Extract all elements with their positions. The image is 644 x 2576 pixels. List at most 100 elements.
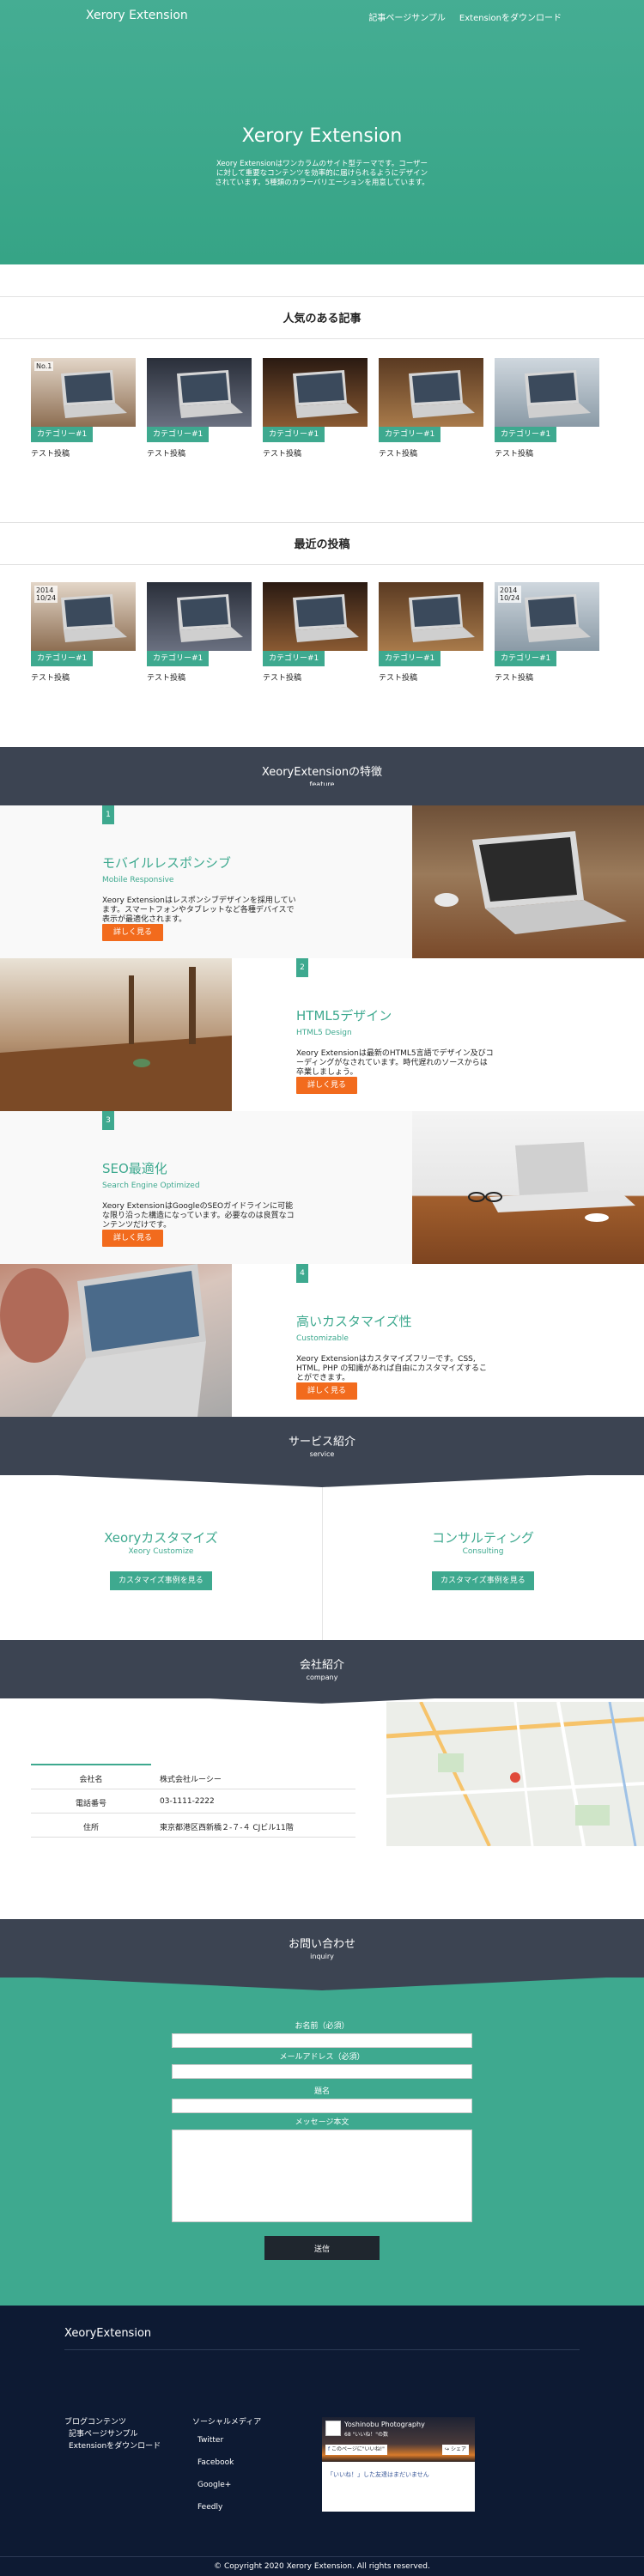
- footer-divider: [64, 2349, 580, 2350]
- company-map[interactable]: [386, 1702, 644, 1846]
- feature-3-panel: [0, 1111, 412, 1264]
- feature-2-title: HTML5デザイン: [296, 1008, 392, 1024]
- nav-article-sample[interactable]: 記事ページサンプル: [368, 10, 446, 23]
- feature-3-title: SEO最適化: [102, 1161, 167, 1176]
- article-title[interactable]: テスト投稿: [263, 447, 301, 459]
- feature-4-body: Xeory Extensionはカスタマイズフリーです。CSS, HTML, P…: [296, 1355, 487, 1382]
- fb-post-text: 「いいね！」した友達はまだいません: [327, 2471, 429, 2478]
- footer-link-twitter[interactable]: Twitter: [197, 2436, 223, 2445]
- category-badge[interactable]: カテゴリー#1: [495, 651, 557, 666]
- subject-label: 題名: [313, 2087, 330, 2096]
- article-thumbnail[interactable]: [495, 358, 599, 427]
- thumbnail-corner-label: No.1: [34, 361, 54, 371]
- article-thumbnail[interactable]: [147, 582, 252, 651]
- article-thumbnail[interactable]: [147, 358, 252, 427]
- service-1-title: Xeoryカスタマイズ: [104, 1530, 218, 1546]
- category-badge[interactable]: カテゴリー#1: [379, 427, 441, 442]
- footer-link-facebook[interactable]: Facebook: [197, 2458, 234, 2467]
- article-title[interactable]: テスト投稿: [379, 447, 417, 459]
- service-title: サービス紹介: [288, 1436, 355, 1449]
- fb-like-button[interactable]: f このページに"いいね!": [325, 2445, 387, 2455]
- laptop-photo-image: [409, 594, 475, 642]
- service-1-button[interactable]: カスタマイズ事例を見る: [110, 1571, 212, 1590]
- article-title[interactable]: テスト投稿: [31, 447, 70, 459]
- laptop-photo-image: [177, 594, 243, 642]
- service-2-button[interactable]: カスタマイズ事例を見る: [432, 1571, 534, 1590]
- site-brand[interactable]: Xerory Extension: [86, 9, 188, 22]
- category-badge[interactable]: カテゴリー#1: [147, 427, 210, 442]
- footer-link-article[interactable]: 記事ページサンプル: [69, 2427, 138, 2439]
- feature-3-subtitle: Search Engine Optimized: [102, 1182, 200, 1190]
- top-nav: 記事ページサンプル Extensionをダウンロード: [368, 10, 562, 23]
- feature-3-number: 3: [102, 1111, 114, 1130]
- feature-2-more-button[interactable]: 詳しく見る: [296, 1077, 358, 1094]
- article-title[interactable]: テスト投稿: [147, 671, 185, 683]
- article-title[interactable]: テスト投稿: [379, 671, 417, 683]
- company-subtitle: company: [306, 1674, 338, 1681]
- feature-4-more-button[interactable]: 詳しく見る: [296, 1382, 358, 1400]
- submit-button[interactable]: 送信: [264, 2236, 380, 2260]
- company-chevron: [0, 1685, 644, 1704]
- feature-3-body: Xeory ExtensionはGoogleのSEOガイドラインに可能な限り沿っ…: [102, 1202, 295, 1230]
- article-thumbnail[interactable]: [379, 358, 483, 427]
- feature-3-more-button[interactable]: 詳しく見る: [102, 1230, 164, 1247]
- fb-share-button[interactable]: ↪ シェア: [442, 2445, 469, 2455]
- footer-brand[interactable]: XeoryExtension: [64, 2327, 151, 2340]
- thumbnail-corner-label: 2014 10/24: [498, 586, 522, 603]
- nav-download[interactable]: Extensionをダウンロード: [459, 10, 562, 23]
- subject-field[interactable]: [172, 2099, 472, 2113]
- name-label: お名前（必須）: [295, 2022, 349, 2031]
- inquiry-subtitle: inquiry: [310, 1953, 334, 1960]
- category-badge[interactable]: カテゴリー#1: [31, 651, 94, 666]
- footer-link-feedly[interactable]: Feedly: [197, 2503, 222, 2512]
- feature-2-subtitle: HTML5 Design: [296, 1029, 352, 1037]
- feature-4-title: 高いカスタマイズ性: [296, 1314, 412, 1329]
- message-field[interactable]: [172, 2129, 472, 2222]
- article-title[interactable]: テスト投稿: [495, 671, 533, 683]
- name-field[interactable]: [172, 2033, 472, 2048]
- laptop-photo-image: [293, 594, 359, 642]
- feature-1-more-button[interactable]: 詳しく見る: [102, 924, 164, 941]
- recent-title: 最近の投稿: [294, 538, 350, 551]
- footer-bottom-divider: [0, 2556, 644, 2557]
- article-title[interactable]: テスト投稿: [147, 447, 185, 459]
- footer-link-download[interactable]: Extensionをダウンロード: [69, 2439, 161, 2451]
- hero-lead: Xeory Extensionはワンカラムのサイト型テーマです。コーザーに対して…: [215, 160, 429, 187]
- laptop-glasses-image: [468, 1142, 635, 1222]
- footer-col1-title: ブログコンテンツ: [64, 2418, 127, 2427]
- category-badge[interactable]: カテゴリー#1: [495, 427, 557, 442]
- category-badge[interactable]: カテゴリー#1: [379, 651, 441, 666]
- category-badge[interactable]: カテゴリー#1: [263, 651, 325, 666]
- fb-avatar: [325, 2421, 341, 2436]
- fb-page-name[interactable]: Yoshinobu Photography: [344, 2421, 425, 2428]
- service-header: サービス紹介 service: [0, 1417, 644, 1475]
- service-subtitle: service: [309, 1450, 335, 1458]
- article-thumbnail[interactable]: [263, 582, 368, 651]
- article-thumbnail[interactable]: No.1: [31, 358, 136, 427]
- inquiry-header: お問い合わせ inquiry: [0, 1919, 644, 1978]
- article-title[interactable]: テスト投稿: [263, 671, 301, 683]
- cafe-table-image: [0, 967, 232, 1111]
- article-thumbnail[interactable]: [379, 582, 483, 651]
- footer-col2-title: ソーシャルメディア: [192, 2418, 262, 2427]
- article-thumbnail[interactable]: [263, 358, 368, 427]
- feature-1-subtitle: Mobile Responsive: [102, 876, 174, 884]
- inquiry-title: お問い合わせ: [288, 1938, 355, 1951]
- facebook-widget[interactable]: Yoshinobu Photography 68 "いいね！"の数 f このペー…: [322, 2417, 475, 2512]
- footer: XeoryExtension ブログコンテンツ 記事ページサンプル Extens…: [0, 2306, 644, 2576]
- laptop-photo-image: [177, 370, 243, 418]
- service-divider: [322, 1487, 323, 1640]
- category-badge[interactable]: カテゴリー#1: [147, 651, 210, 666]
- table-row: 住所 東京都港区西新橋２-７-４ CJビル11階: [31, 1814, 355, 1838]
- features-title: XeoryExtensionの特徴: [261, 766, 383, 779]
- category-badge[interactable]: カテゴリー#1: [31, 427, 94, 442]
- service-2-subtitle: Consulting: [462, 1547, 504, 1556]
- category-badge[interactable]: カテゴリー#1: [263, 427, 325, 442]
- email-label: メールアドレス（必須）: [279, 2053, 365, 2062]
- article-thumbnail[interactable]: 2014 10/24: [31, 582, 136, 651]
- article-title[interactable]: テスト投稿: [31, 671, 70, 683]
- article-thumbnail[interactable]: 2014 10/24: [495, 582, 599, 651]
- footer-link-googleplus[interactable]: Google+: [197, 2481, 231, 2489]
- article-title[interactable]: テスト投稿: [495, 447, 533, 459]
- email-field[interactable]: [172, 2064, 472, 2079]
